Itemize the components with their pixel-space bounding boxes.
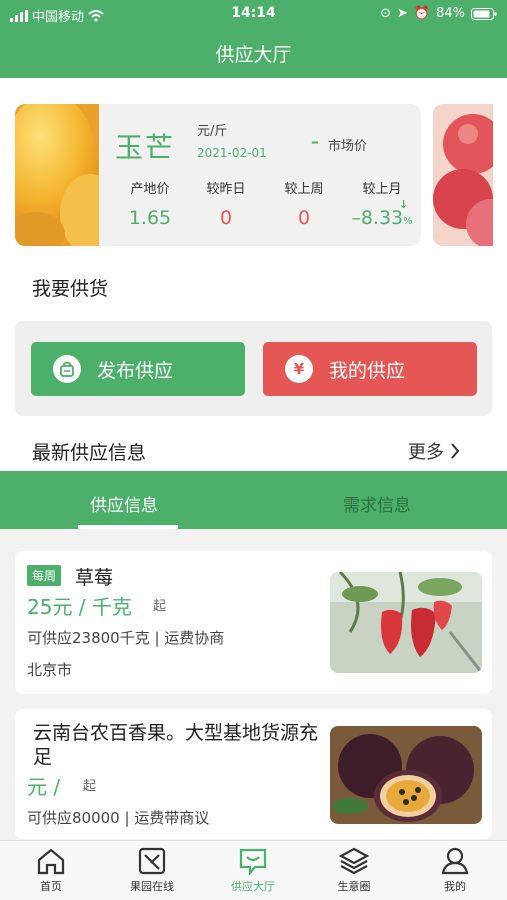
nav-label: 果园在线 [130, 880, 174, 893]
stat-value: 0 [219, 207, 233, 229]
stat-value: 1.65 [128, 207, 172, 229]
location-icon: ➤ [397, 6, 408, 21]
nav-mine[interactable]: 我的 [415, 847, 495, 894]
price-card[interactable]: 玉芒 元/斤 2021-02-01 – 市场价 产地价 1.65 较昨日 0 较… [15, 104, 421, 246]
listing-name: 云南台农百香果。大型基地货源充足 [33, 722, 319, 768]
listing-price: 元 / [27, 775, 61, 799]
stat-vs-last-month: 较上月 –8.33% [344, 178, 420, 229]
layers-icon [339, 847, 369, 875]
nav-orchard-online[interactable]: 果园在线 [112, 847, 192, 894]
nav-supply-hall[interactable]: 供应大厅 [213, 847, 293, 894]
stat-value: 0 [297, 207, 311, 229]
down-arrow-icon: ↓ [399, 198, 409, 211]
stat-value: –8.33 [351, 207, 404, 229]
stat-vs-last-week: 较上周 0 [266, 178, 342, 229]
bag-icon [53, 355, 81, 383]
more-label: 更多 [408, 442, 444, 463]
bottom-nav: 首页 果园在线 供应大厅 生意圈 我的 [0, 840, 507, 900]
market-dash: – [311, 132, 319, 151]
nav-business-circle[interactable]: 生意圈 [314, 847, 394, 894]
apple-image [433, 104, 493, 246]
listing-min-label: 起 [153, 599, 167, 614]
stat-label: 较上周 [284, 182, 324, 197]
alarm-icon: ⏰ [413, 6, 431, 21]
apple-card-preview[interactable] [433, 104, 493, 246]
battery-icon [471, 7, 497, 20]
tab-supply-info[interactable]: 供应信息 [90, 491, 158, 516]
supply-section-title: 我要供货 [32, 278, 109, 300]
strawberry-image [330, 572, 482, 673]
listing-price: 25元 / 千克 [27, 595, 132, 619]
status-bar: 中国移动 14:14 ⊙ ➤ ⏰ 84% [0, 0, 507, 28]
stat-label: 较昨日 [206, 182, 246, 197]
stat-origin-price: 产地价 1.65 [112, 178, 188, 229]
publish-label: 发布供应 [97, 359, 174, 382]
listing-name: 草莓 [75, 567, 114, 589]
nav-label: 我的 [444, 880, 466, 893]
stat-label: 产地价 [130, 182, 170, 197]
weekly-badge: 每周 [27, 565, 62, 586]
publish-supply-button[interactable]: 发布供应 [31, 342, 245, 396]
battery-label: 84% [436, 6, 465, 21]
page-title: 供应大厅 [215, 44, 292, 66]
my-supply-button[interactable]: ¥ 我的供应 [263, 342, 477, 396]
stat-label: 较上月 [362, 182, 402, 197]
market-price-label: 市场价 [328, 139, 368, 154]
nav-label: 生意圈 [337, 880, 371, 893]
yuan-icon: ¥ [285, 355, 313, 383]
stat-vs-yesterday: 较昨日 0 [188, 178, 264, 229]
listing-supply: 可供应80000 | 运费带商议 [27, 809, 210, 827]
price-date: 2021-02-01 [197, 146, 267, 160]
percent-sign: % [403, 216, 413, 227]
latest-section-title: 最新供应信息 [32, 442, 147, 464]
passion-fruit-image [330, 726, 482, 824]
orchard-icon [138, 847, 166, 875]
tab-demand-info[interactable]: 需求信息 [343, 491, 411, 516]
home-icon [37, 848, 65, 875]
chevron-right-icon [451, 443, 460, 459]
listing-min-label: 起 [83, 779, 97, 794]
listing-city: 北京市 [27, 661, 73, 679]
listing-supply: 可供应23800千克 | 运费协商 [27, 629, 225, 647]
nav-header: 供应大厅 [0, 28, 507, 78]
tab-bar: 供应信息 需求信息 [0, 471, 507, 529]
chat-icon [239, 848, 267, 875]
mine-label: 我的供应 [329, 359, 406, 382]
price-unit: 元/斤 [197, 124, 228, 139]
list-item[interactable]: 云南台农百香果。大型基地货源充足 元 / 起 可供应80000 | 运费带商议 [15, 709, 492, 839]
nav-label: 首页 [40, 880, 62, 893]
nav-label: 供应大厅 [231, 880, 275, 893]
nav-home[interactable]: 首页 [11, 847, 91, 894]
status-right: ⊙ ➤ ⏰ 84% [380, 6, 497, 21]
rotation-lock-icon: ⊙ [380, 6, 391, 21]
product-name: 玉芒 [115, 131, 176, 164]
user-icon [441, 847, 469, 875]
more-link[interactable]: 更多 [408, 438, 460, 464]
mango-image [15, 104, 99, 246]
tab-indicator [78, 525, 178, 529]
list-item[interactable]: 每周 草莓 25元 / 千克 起 可供应23800千克 | 运费协商 北京市 [15, 551, 492, 694]
